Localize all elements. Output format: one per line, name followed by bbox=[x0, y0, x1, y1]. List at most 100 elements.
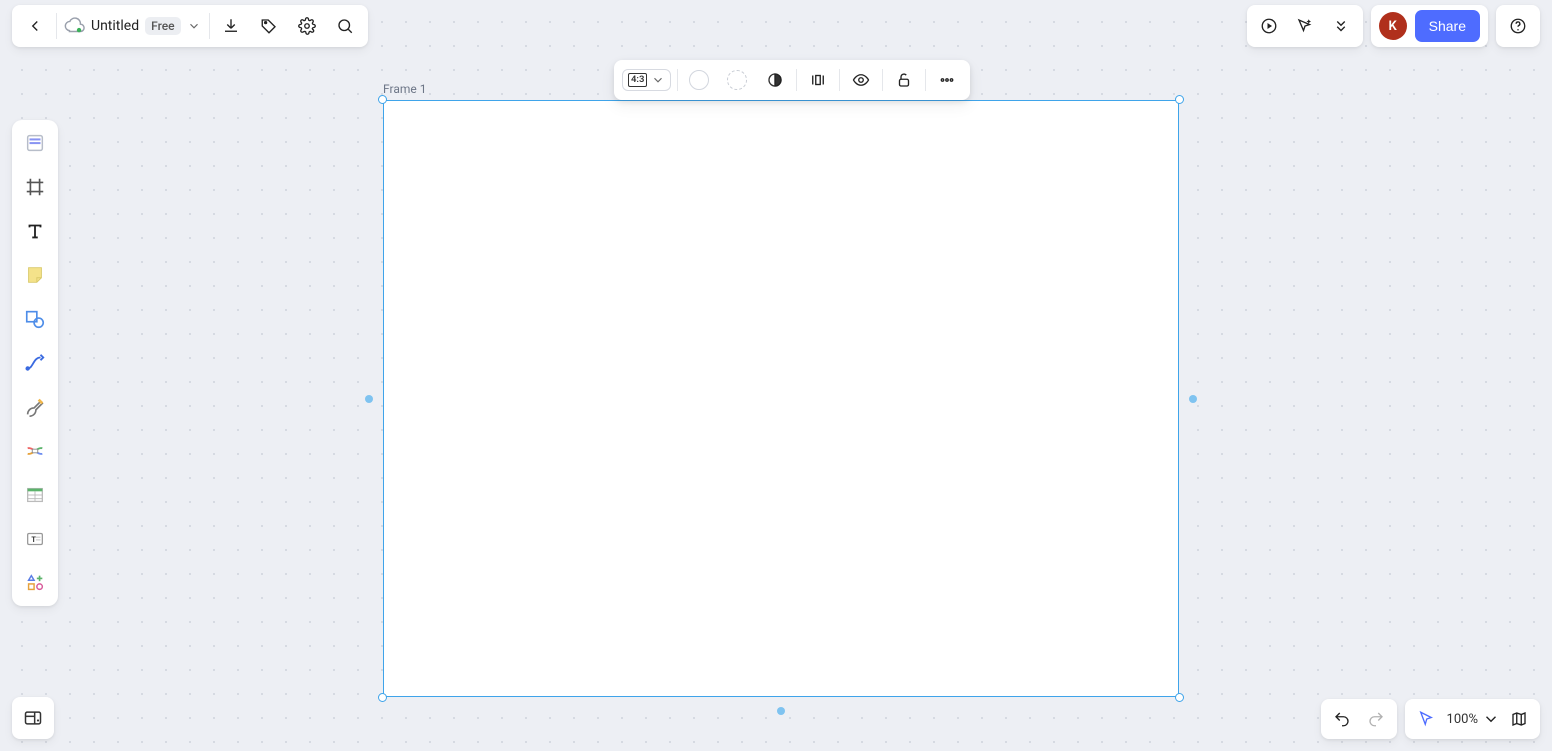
chevron-left-icon bbox=[26, 17, 44, 35]
tag-button[interactable] bbox=[250, 7, 288, 45]
text-tool[interactable] bbox=[18, 214, 52, 248]
search-button[interactable] bbox=[326, 7, 364, 45]
autolayout-icon bbox=[809, 71, 827, 89]
autolayout-button[interactable] bbox=[799, 62, 837, 98]
download-button[interactable] bbox=[212, 7, 250, 45]
gear-icon bbox=[298, 17, 316, 35]
table-icon bbox=[24, 484, 46, 506]
separator bbox=[882, 69, 883, 91]
no-stroke-icon bbox=[727, 70, 747, 90]
separator bbox=[209, 13, 210, 39]
more-shapes-icon bbox=[24, 572, 46, 594]
header-right-group-2: K Share bbox=[1371, 5, 1488, 47]
separator bbox=[925, 69, 926, 91]
aspect-ratio-icon: 4:3 bbox=[628, 73, 647, 87]
settings-button[interactable] bbox=[288, 7, 326, 45]
resize-handle-top-right[interactable] bbox=[1175, 95, 1184, 104]
left-toolbar: T bbox=[12, 120, 58, 606]
search-icon bbox=[336, 17, 354, 35]
mindmap-icon bbox=[24, 440, 46, 462]
help-button[interactable] bbox=[1500, 7, 1536, 45]
header-right-group-3 bbox=[1496, 5, 1540, 47]
chevron-down-icon bbox=[651, 73, 665, 87]
connector-tool[interactable] bbox=[18, 346, 52, 380]
zoom-level[interactable]: 100% bbox=[1443, 712, 1480, 727]
templates-tool[interactable] bbox=[18, 126, 52, 160]
resize-handle-bottom-left[interactable] bbox=[378, 693, 387, 702]
connector-handle-bottom[interactable] bbox=[777, 707, 785, 715]
chevron-down-icon bbox=[187, 19, 201, 33]
aspect-ratio-button[interactable]: 4:3 bbox=[622, 69, 671, 91]
frame-surface[interactable] bbox=[383, 100, 1179, 697]
minimap-button[interactable] bbox=[1502, 702, 1536, 736]
table-tool[interactable] bbox=[18, 478, 52, 512]
tag-icon bbox=[260, 17, 278, 35]
double-chevron-down-icon bbox=[1332, 17, 1350, 35]
pen-tool[interactable] bbox=[18, 390, 52, 424]
present-button[interactable] bbox=[1251, 7, 1287, 45]
connector-handle-right[interactable] bbox=[1189, 395, 1197, 403]
pen-icon bbox=[24, 396, 46, 418]
sticky-note-tool[interactable] bbox=[18, 258, 52, 292]
header-left: Untitled Free bbox=[12, 5, 368, 47]
fill-none-button[interactable] bbox=[680, 62, 718, 98]
shapes-tool[interactable] bbox=[18, 302, 52, 336]
opacity-icon bbox=[766, 71, 784, 89]
lock-button[interactable] bbox=[885, 62, 923, 98]
chevron-down-icon bbox=[1482, 710, 1500, 728]
view-controls: 100% bbox=[1405, 699, 1540, 739]
panel-icon bbox=[23, 708, 43, 728]
undo-button[interactable] bbox=[1325, 702, 1359, 736]
selected-frame[interactable]: Frame 1 bbox=[383, 100, 1179, 697]
contextual-toolbar: 4:3 bbox=[614, 60, 970, 100]
text-block-tool[interactable]: T bbox=[18, 522, 52, 556]
more-icon bbox=[938, 71, 956, 89]
help-icon bbox=[1509, 17, 1527, 35]
stroke-none-button[interactable] bbox=[718, 62, 756, 98]
sticky-note-icon bbox=[24, 264, 46, 286]
text-icon bbox=[24, 220, 46, 242]
zoom-menu-button[interactable] bbox=[1480, 702, 1502, 736]
collapse-button[interactable] bbox=[1323, 7, 1359, 45]
user-avatar[interactable]: K bbox=[1379, 12, 1407, 40]
redo-icon bbox=[1367, 710, 1385, 728]
bottom-right-controls: 100% bbox=[1321, 699, 1540, 739]
opacity-button[interactable] bbox=[756, 62, 794, 98]
more-button[interactable] bbox=[928, 62, 966, 98]
download-icon bbox=[222, 17, 240, 35]
mindmap-tool[interactable] bbox=[18, 434, 52, 468]
connector-icon bbox=[24, 352, 46, 374]
frame-label[interactable]: Frame 1 bbox=[383, 82, 426, 96]
map-icon bbox=[1510, 710, 1528, 728]
cloud-sync-icon bbox=[63, 15, 85, 37]
separator bbox=[839, 69, 840, 91]
undo-icon bbox=[1333, 710, 1351, 728]
visibility-button[interactable] bbox=[842, 62, 880, 98]
frame-icon bbox=[24, 176, 46, 198]
sparkle-cursor-icon bbox=[1296, 17, 1314, 35]
eye-icon bbox=[852, 71, 870, 89]
document-title-group[interactable]: Untitled Free bbox=[59, 15, 207, 37]
cursor-icon bbox=[1417, 710, 1435, 728]
resize-handle-bottom-right[interactable] bbox=[1175, 693, 1184, 702]
redo-button[interactable] bbox=[1359, 702, 1393, 736]
text-block-icon: T bbox=[24, 528, 46, 550]
play-circle-icon bbox=[1260, 17, 1278, 35]
resize-handle-top-left[interactable] bbox=[378, 95, 387, 104]
frame-tool[interactable] bbox=[18, 170, 52, 204]
connector-handle-left[interactable] bbox=[365, 395, 373, 403]
document-title: Untitled bbox=[91, 18, 139, 34]
ai-tools-button[interactable] bbox=[1287, 7, 1323, 45]
cursor-mode-button[interactable] bbox=[1409, 702, 1443, 736]
back-button[interactable] bbox=[16, 7, 54, 45]
panel-toggle-button[interactable] bbox=[12, 697, 54, 739]
separator bbox=[796, 69, 797, 91]
separator bbox=[677, 69, 678, 91]
shapes-icon bbox=[24, 308, 46, 330]
templates-icon bbox=[24, 132, 46, 154]
more-shapes-tool[interactable] bbox=[18, 566, 52, 600]
header-right: K Share bbox=[1247, 5, 1540, 47]
share-button[interactable]: Share bbox=[1415, 10, 1480, 42]
header-right-group-1 bbox=[1247, 5, 1363, 47]
no-fill-icon bbox=[689, 70, 709, 90]
